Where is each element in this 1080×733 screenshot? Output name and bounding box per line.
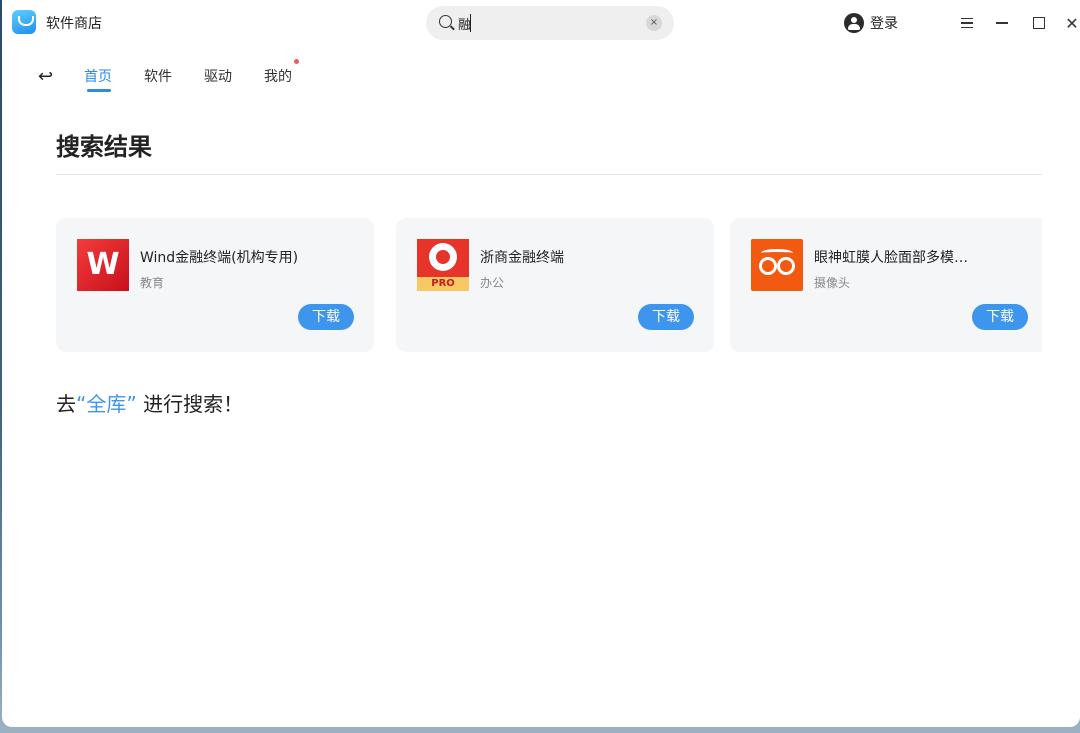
download-button[interactable]: 下载 — [972, 304, 1028, 330]
app-name: 眼神虹膜人脸面部多模… — [814, 250, 968, 266]
text-caret — [470, 14, 471, 32]
result-card[interactable]: W Wind金融终端(机构专用) 教育 下载 — [56, 218, 374, 352]
results-list: W Wind金融终端(机构专用) 教育 下载 PRO 浙商金融终端 办公 下载 … — [56, 218, 1042, 354]
close-icon[interactable]: ✕ — [1060, 11, 1080, 35]
tab-mine[interactable]: 我的 — [264, 59, 299, 92]
menu-icon[interactable] — [955, 11, 979, 35]
app-store-logo-icon — [12, 10, 36, 34]
tab-software[interactable]: 软件 — [144, 66, 172, 92]
back-arrow-icon[interactable]: ↩ — [38, 66, 60, 88]
search-icon — [439, 15, 452, 28]
search-box[interactable]: × — [426, 6, 674, 40]
result-card[interactable]: PRO 浙商金融终端 办公 下载 — [396, 218, 714, 352]
login-button[interactable]: 登录 — [844, 11, 898, 35]
app-category: 摄像头 — [814, 276, 851, 290]
main-nav: 首页 软件 驱动 我的 — [84, 59, 324, 92]
app-title: 软件商店 — [46, 16, 102, 32]
zheshang-app-icon: PRO — [417, 239, 469, 291]
app-name: 浙商金融终端 — [480, 250, 564, 266]
clear-search-button[interactable]: × — [646, 15, 662, 31]
app-category: 教育 — [140, 276, 165, 290]
login-label: 登录 — [870, 16, 898, 32]
title-bar: 软件商店 × 登录 ✕ — [2, 0, 1080, 46]
tab-mine-label: 我的 — [264, 69, 292, 85]
result-card[interactable]: 眼神虹膜人脸面部多模… 摄像头 下载 — [730, 218, 1042, 352]
search-input[interactable] — [458, 13, 638, 33]
app-name: Wind金融终端(机构专用) — [140, 250, 299, 266]
tab-drivers[interactable]: 驱动 — [204, 66, 232, 92]
app-category: 办公 — [480, 276, 505, 290]
results-heading: 搜索结果 — [56, 133, 152, 161]
maximize-icon[interactable] — [1027, 11, 1051, 35]
full-library-link[interactable]: “全库” — [76, 392, 137, 416]
minimize-icon[interactable] — [990, 11, 1014, 35]
divider — [56, 174, 1042, 175]
eye-app-icon — [751, 239, 803, 291]
download-button[interactable]: 下载 — [638, 304, 694, 330]
app-window: 软件商店 × 登录 ✕ ↩ 首页 软件 驱动 我的 搜索结果 W — [2, 0, 1080, 727]
user-avatar-icon — [844, 13, 864, 33]
wind-app-icon: W — [77, 239, 129, 291]
full-search-prompt: 去“全库” 进行搜索！ — [56, 392, 244, 416]
tab-home[interactable]: 首页 — [84, 66, 112, 92]
notification-dot — [294, 59, 299, 64]
download-button[interactable]: 下载 — [298, 304, 354, 330]
